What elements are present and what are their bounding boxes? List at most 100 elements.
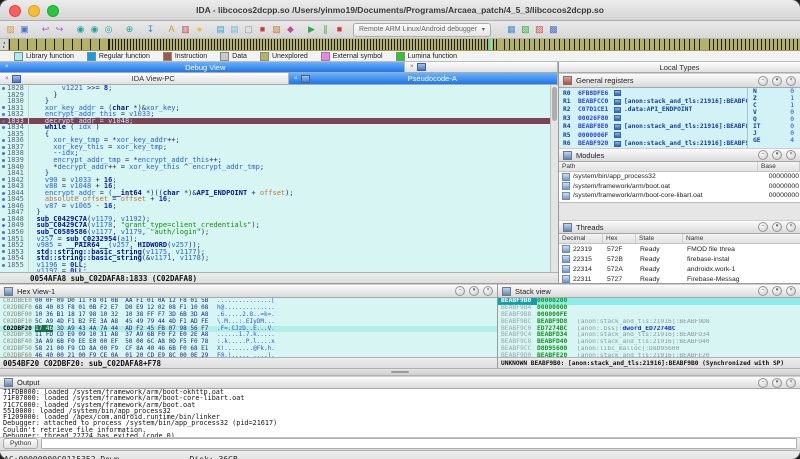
register-edit-icon[interactable] xyxy=(614,115,621,121)
close-window-button[interactable] xyxy=(9,5,21,17)
close-icon[interactable]: × xyxy=(294,76,298,82)
register-edit-icon[interactable] xyxy=(614,124,621,130)
module-row[interactable]: /system/framework/arm/boot.oat00000000 xyxy=(559,182,800,192)
hex-dump[interactable]: C02DBEE000 0F 09 D0 11 F8 01 0B AA F1 01… xyxy=(0,298,497,357)
stack-rows[interactable]: BEABF9B000000200BEABF9B400000000BEABF9B8… xyxy=(498,298,800,357)
hexview-minimize-button[interactable]: − xyxy=(455,286,465,296)
hexview-menu-button[interactable]: ▾ xyxy=(469,286,479,296)
open-debug-windows-icon[interactable]: ▦ xyxy=(505,23,518,36)
register-row[interactable]: R1BEABFCC0[anon:stack_and_tls:21916]:BEA… xyxy=(559,97,748,105)
stop-process-icon[interactable]: ■ xyxy=(333,23,346,36)
navigate-forward-icon[interactable]: ↪ xyxy=(53,23,66,36)
register-edit-icon[interactable] xyxy=(614,107,621,113)
python-button[interactable]: Python xyxy=(3,438,38,449)
step-into-icon[interactable]: ▧ xyxy=(519,23,532,36)
thread-row[interactable]: 223115727ReadyFirebase-Messag xyxy=(559,274,800,283)
module-row[interactable]: /system/bin/app_process3200000000 xyxy=(559,172,800,182)
hexview-close-button[interactable]: × xyxy=(483,286,493,296)
stackview-minimize-button[interactable]: − xyxy=(758,286,768,296)
thread-row[interactable]: 22315572BReadyfirebase-instal xyxy=(559,254,800,264)
modules-col-path[interactable]: Path xyxy=(559,162,758,171)
register-edit-icon[interactable] xyxy=(614,141,621,147)
lumina-icon[interactable]: ● xyxy=(193,23,206,36)
threads-col-name[interactable]: Name xyxy=(683,234,800,243)
modules-close-button[interactable]: × xyxy=(786,150,796,160)
stackview-close-button[interactable]: × xyxy=(786,286,796,296)
jump-name-icon[interactable]: ◉ xyxy=(88,23,101,36)
tab-debug-view[interactable]: × Debug View xyxy=(0,62,405,72)
stackview-menu-button[interactable]: ▾ xyxy=(772,286,782,296)
debugger-options-icon[interactable]: ▤ xyxy=(214,23,227,36)
run-until-return-icon[interactable]: ▩ xyxy=(547,23,560,36)
register-row[interactable]: R6BEABF920[anon:stack_and_tls:21916]:BEA… xyxy=(559,139,748,147)
step-over-icon[interactable]: ▨ xyxy=(533,23,546,36)
tab-ida-view-pc[interactable]: × IDA View-PC xyxy=(0,73,289,84)
jump-address-icon[interactable]: ◉ xyxy=(74,23,87,36)
threads-menu-button[interactable]: ▾ xyxy=(772,222,782,232)
modules-menu-button[interactable]: ▾ xyxy=(772,150,782,160)
code-line[interactable]: v1197 = 0LL; xyxy=(0,268,558,272)
thread-row[interactable]: 22314572AReadyandroidx.work-1 xyxy=(559,264,800,274)
registers-menu-button[interactable]: ▾ xyxy=(772,76,782,86)
register-row[interactable]: R50000006F xyxy=(559,131,748,139)
pause-process-icon[interactable]: ∥ xyxy=(319,23,332,36)
threads-close-button[interactable]: × xyxy=(786,222,796,232)
close-icon[interactable]: × xyxy=(5,76,9,82)
register-edit-icon[interactable] xyxy=(614,99,621,105)
stack-link[interactable]: dword_ED7274BC xyxy=(623,326,676,332)
horizontal-splitter[interactable] xyxy=(0,368,800,376)
jump-function-icon[interactable]: ◎ xyxy=(102,23,115,36)
tab-pseudocode-a[interactable]: × Pseudocode-A xyxy=(289,73,558,84)
open-file-icon[interactable]: ▨ xyxy=(4,23,17,36)
output-minimize-button[interactable]: − xyxy=(758,378,768,388)
tracing-icon[interactable]: ▧ xyxy=(270,23,283,36)
save-icon[interactable]: ▣ xyxy=(18,23,31,36)
register-row[interactable]: R300026F80 xyxy=(559,114,748,122)
python-input[interactable] xyxy=(41,438,797,449)
modules-minimize-button[interactable]: − xyxy=(758,150,768,160)
process-options-icon[interactable]: ▤ xyxy=(228,23,241,36)
minimize-window-button[interactable] xyxy=(28,5,40,17)
text-options-icon[interactable]: A xyxy=(165,23,178,36)
navband-stripes[interactable] xyxy=(9,39,800,50)
breakpoint-list-icon[interactable]: ▢ xyxy=(242,23,255,36)
threads-col-state[interactable]: State xyxy=(636,234,683,243)
tab-stub[interactable]: × xyxy=(405,62,558,72)
threads-col-hex[interactable]: Hex xyxy=(603,234,636,243)
watches-icon[interactable]: ◆ xyxy=(284,23,297,36)
thread-row[interactable]: 22319572FReadyFMOD file threa xyxy=(559,244,800,254)
registers-minimize-button[interactable]: − xyxy=(758,76,768,86)
output-menu-button[interactable]: ▾ xyxy=(772,378,782,388)
output-log[interactable]: 71FDB000: loaded /system/framework/arm/b… xyxy=(0,389,800,438)
output-close-button[interactable]: × xyxy=(786,378,796,388)
continue-process-icon[interactable]: ▶ xyxy=(305,23,318,36)
flowchart-icon[interactable]: ▥ xyxy=(179,23,192,36)
navigation-band[interactable]: ◂▸ xyxy=(0,39,800,51)
register-edit-icon[interactable] xyxy=(614,132,621,138)
jump-down-icon[interactable]: ↧ xyxy=(144,23,157,36)
close-icon[interactable]: × xyxy=(410,64,414,70)
registers-close-button[interactable]: × xyxy=(786,76,796,86)
module-row[interactable]: /system/framework/arm/boot-core-libart.o… xyxy=(559,191,800,201)
line-number[interactable] xyxy=(7,268,28,272)
debugger-selector[interactable]: Remote ARM Linux/Android debugger ▾ xyxy=(353,23,491,37)
pseudocode-pane[interactable]: 1828 v1221 >>= 8;1829 }1830 }1831 xor_ke… xyxy=(0,85,558,272)
zoom-window-button[interactable] xyxy=(47,5,59,17)
close-icon[interactable]: × xyxy=(5,64,9,70)
register-row[interactable]: R2C07D1CE1.data:API_ENDPOINT xyxy=(559,106,748,114)
navband-arrows[interactable]: ◂▸ xyxy=(0,39,9,50)
threads-column-headers[interactable]: Decimal Hex State Name xyxy=(559,234,800,244)
breakpoint-icon[interactable]: ■ xyxy=(256,23,269,36)
modules-column-headers[interactable]: Path Base xyxy=(559,162,800,172)
register-row[interactable]: R4BEABF8E0[anon:stack_and_tls:21916]:BEA… xyxy=(559,123,748,131)
threads-minimize-button[interactable]: − xyxy=(758,222,768,232)
register-row[interactable]: R06FB8DFE6 xyxy=(559,89,748,97)
register-edit-icon[interactable] xyxy=(614,90,621,96)
scrollbar-thumb[interactable] xyxy=(552,87,557,121)
registers-panel[interactable]: R06FB8DFE6R1BEABFCC0[anon:stack_and_tls:… xyxy=(559,88,800,148)
navigate-back-icon[interactable]: ↩ xyxy=(39,23,52,36)
pseudocode-scrollbar[interactable] xyxy=(550,85,558,272)
modules-col-base[interactable]: Base xyxy=(758,162,800,171)
jump-segment-icon[interactable]: ⊕ xyxy=(123,23,136,36)
tab-local-types[interactable]: Local Types xyxy=(559,62,800,72)
